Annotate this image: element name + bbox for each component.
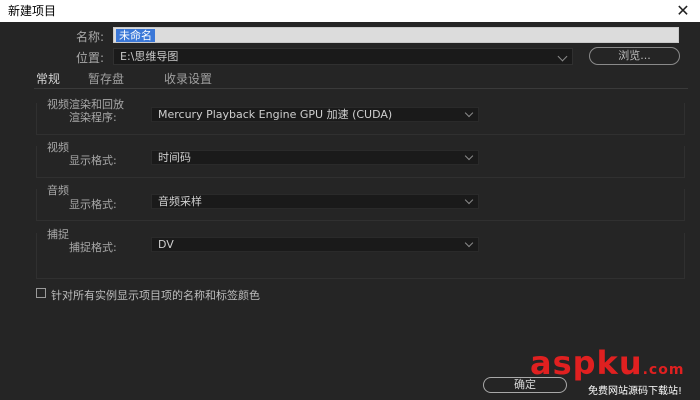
chevron-down-icon [464,195,474,205]
browse-button[interactable]: 浏览... [589,47,680,65]
watermark-brand: aspku.com [530,344,685,382]
tab-general[interactable]: 常规 [36,70,61,89]
capture-field-label: 捕捉格式: [69,241,117,254]
location-select[interactable]: E:\思维导图 [113,48,573,65]
renderer-dropdown[interactable]: Mercury Playback Engine GPU 加速 (CUDA) [151,107,479,122]
chevron-down-icon [464,238,474,248]
audio-format-dropdown[interactable]: 音频采样 [151,194,479,209]
show-labels-checkbox[interactable] [36,288,46,298]
tab-divider [34,88,688,89]
close-icon[interactable]: ✕ [672,0,694,22]
tab-scratch-disks[interactable]: 暂存盘 [88,70,124,87]
chevron-down-icon [464,151,474,161]
project-name-input[interactable]: 未命名 [113,27,679,43]
video-format-dropdown[interactable]: 时间码 [151,150,479,165]
audio-field-label: 显示格式: [69,198,117,211]
title-bar: 新建项目 ✕ [0,0,700,22]
project-name-value: 未命名 [116,29,155,42]
video-format-value: 时间码 [158,151,191,164]
watermark-logo: aspku.com 免费网站源码下载站! [530,346,700,400]
location-label: 位置: [76,51,105,65]
chevron-down-icon [464,108,474,118]
capture-format-dropdown[interactable]: DV [151,237,479,252]
watermark-tagline: 免费网站源码下载站! [588,386,683,397]
video-field-label: 显示格式: [69,154,117,167]
name-label: 名称: [76,30,105,44]
chevron-down-icon [557,51,568,62]
show-labels-label: 针对所有实例显示项目项的名称和标签颜色 [51,289,260,302]
audio-format-value: 音频采样 [158,195,202,208]
renderer-value: Mercury Playback Engine GPU 加速 (CUDA) [158,108,393,121]
capture-format-value: DV [158,238,174,251]
window-title: 新建项目 [8,4,57,18]
render-field-label: 渲染程序: [69,111,117,124]
tab-ingest-settings[interactable]: 收录设置 [164,70,212,87]
location-value: E:\思维导图 [120,50,179,63]
